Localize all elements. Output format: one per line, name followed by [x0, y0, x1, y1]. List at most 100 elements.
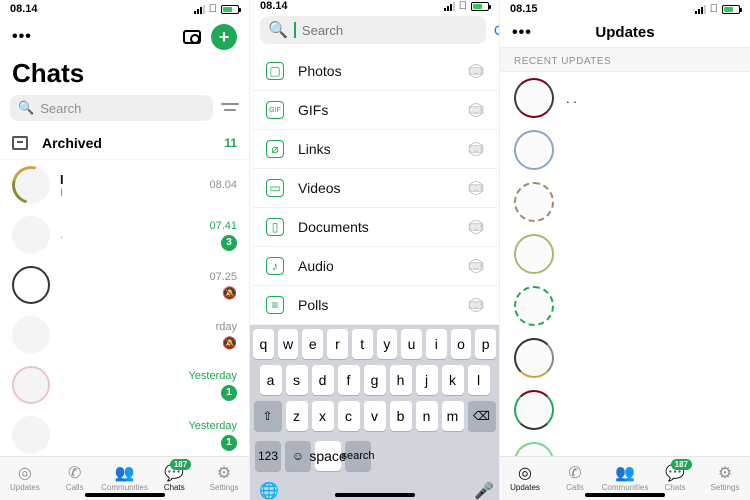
updates-list: . .	[500, 72, 750, 456]
status-row[interactable]	[500, 228, 750, 280]
search-input[interactable]	[302, 23, 478, 38]
status-bar: 08.15 􀙇	[500, 0, 750, 18]
filter-label: Audio	[298, 258, 455, 274]
key-o[interactable]: o	[451, 329, 472, 359]
key-y[interactable]: y	[377, 329, 398, 359]
chat-time: Yesterday	[188, 370, 237, 382]
chat-row[interactable]: Yesterday1	[0, 410, 249, 456]
key-z[interactable]: z	[286, 401, 308, 431]
status-row[interactable]	[500, 436, 750, 456]
filter-label: Polls	[298, 297, 455, 313]
mic-icon[interactable]: 🎤	[474, 481, 494, 500]
unread-badge: 1	[221, 385, 237, 401]
key-h[interactable]: h	[390, 365, 412, 395]
search-field[interactable]: 🔍	[260, 16, 486, 44]
chat-preview: I	[60, 187, 199, 199]
header: ••• +	[0, 18, 249, 56]
key-s[interactable]: s	[286, 365, 308, 395]
filter-button[interactable]	[221, 101, 239, 115]
links-icon: ⌀	[266, 140, 284, 158]
chat-row[interactable]: 07.25🔕	[0, 260, 249, 310]
keyboard: qwertyuiop asdfghjkl ⇧zxcvbnm⌫ 123 ☺ spa…	[250, 325, 499, 500]
documents-icon: ▯	[266, 218, 284, 236]
chat-time: rday	[216, 321, 237, 333]
search-filters: ▢Photos⌨GIFGIFs⌨⌀Links⌨▭Videos⌨▯Document…	[250, 52, 499, 325]
chat-row[interactable]: rday🔕	[0, 310, 249, 360]
filter-gifs[interactable]: GIFGIFs⌨	[252, 91, 497, 130]
key-l[interactable]: l	[468, 365, 490, 395]
key-u[interactable]: u	[401, 329, 422, 359]
page-title: Updates	[595, 24, 654, 41]
key-f[interactable]: f	[338, 365, 360, 395]
status-row[interactable]	[500, 332, 750, 384]
key-d[interactable]: d	[312, 365, 334, 395]
key-a[interactable]: a	[260, 365, 282, 395]
key-emoji[interactable]: ☺	[285, 441, 311, 471]
key-j[interactable]: j	[416, 365, 438, 395]
archived-count: 11	[224, 136, 237, 150]
key-b[interactable]: b	[390, 401, 412, 431]
camera-button[interactable]	[183, 30, 201, 44]
key-space[interactable]: space	[315, 441, 341, 471]
key-g[interactable]: g	[364, 365, 386, 395]
search-input[interactable]: 🔍 Search	[10, 95, 213, 121]
mute-icon: 🔕	[222, 286, 237, 300]
key-backspace[interactable]: ⌫	[468, 401, 496, 431]
signal-icon	[695, 5, 706, 14]
key-123[interactable]: 123	[255, 441, 281, 471]
gifs-icon: GIF	[266, 101, 284, 119]
chats-badge: 187	[170, 459, 191, 470]
key-v[interactable]: v	[364, 401, 386, 431]
chat-row[interactable]: . 07.413	[0, 210, 249, 260]
key-c[interactable]: c	[338, 401, 360, 431]
chat-time: 08.04	[209, 179, 237, 191]
avatar	[12, 316, 50, 354]
filter-polls[interactable]: ≡Polls⌨	[252, 286, 497, 325]
key-p[interactable]: p	[475, 329, 496, 359]
globe-icon[interactable]: 🌐	[259, 481, 279, 500]
status-row[interactable]	[500, 124, 750, 176]
more-button[interactable]: •••	[12, 28, 32, 46]
key-k[interactable]: k	[442, 365, 464, 395]
chat-row[interactable]: Yesterday 1	[0, 360, 249, 410]
status-row[interactable]: . .	[500, 72, 750, 124]
filter-audio[interactable]: ♪Audio⌨	[252, 247, 497, 286]
key-x[interactable]: x	[312, 401, 334, 431]
key-search[interactable]: search	[345, 441, 371, 471]
tab-updates[interactable]: ◎Updates	[500, 457, 550, 500]
filter-label: GIFs	[298, 102, 455, 118]
tab-settings[interactable]: ⚙Settings	[700, 457, 750, 500]
home-indicator[interactable]	[585, 493, 665, 497]
status-row[interactable]	[500, 280, 750, 332]
key-n[interactable]: n	[416, 401, 438, 431]
status-time: 08.14	[10, 3, 38, 15]
key-q[interactable]: q	[253, 329, 274, 359]
archived-label: Archived	[42, 135, 210, 151]
archived-row[interactable]: Archived 11	[0, 127, 249, 160]
calls-icon: ✆	[568, 466, 581, 482]
tab-updates[interactable]: ◎Updates	[0, 457, 50, 500]
key-t[interactable]: t	[352, 329, 373, 359]
chat-row[interactable]: II 08.04	[0, 160, 249, 210]
filter-links[interactable]: ⌀Links⌨	[252, 130, 497, 169]
key-r[interactable]: r	[327, 329, 348, 359]
key-shift[interactable]: ⇧	[254, 401, 282, 431]
filter-documents[interactable]: ▯Documents⌨	[252, 208, 497, 247]
status-row[interactable]	[500, 384, 750, 436]
filter-videos[interactable]: ▭Videos⌨	[252, 169, 497, 208]
key-m[interactable]: m	[442, 401, 464, 431]
status-row[interactable]	[500, 176, 750, 228]
key-e[interactable]: e	[302, 329, 323, 359]
updates-icon: ◎	[18, 466, 32, 482]
key-i[interactable]: i	[426, 329, 447, 359]
photos-icon: ▢	[266, 62, 284, 80]
compose-button[interactable]: +	[211, 24, 237, 50]
key-w[interactable]: w	[278, 329, 299, 359]
more-button[interactable]: •••	[512, 24, 532, 42]
status-ring	[514, 78, 554, 118]
home-indicator[interactable]	[85, 493, 165, 497]
tab-settings[interactable]: ⚙Settings	[199, 457, 249, 500]
home-indicator[interactable]	[335, 493, 415, 497]
filter-photos[interactable]: ▢Photos⌨	[252, 52, 497, 91]
updates-icon: ◎	[518, 466, 532, 482]
